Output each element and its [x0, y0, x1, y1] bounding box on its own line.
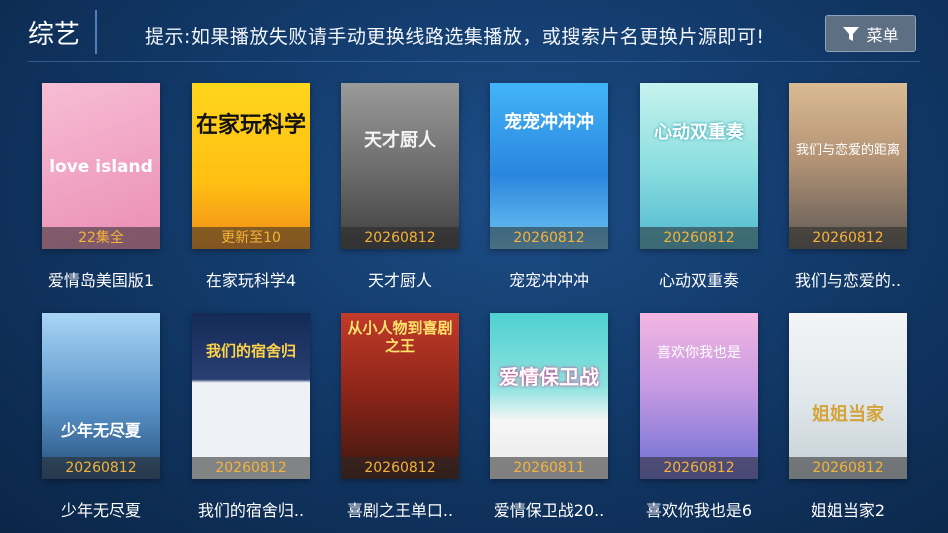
poster-image[interactable]: 从小人物到喜剧之王 20260812: [341, 313, 459, 479]
show-title[interactable]: 爱情保卫战20..: [476, 497, 622, 521]
episode-status: 20260812: [192, 457, 310, 479]
poster-image[interactable]: 我们与恋爱的距离 20260812: [789, 83, 907, 249]
poster-art: [341, 83, 459, 249]
show-title[interactable]: 宠宠冲冲冲: [476, 267, 622, 291]
show-card-5[interactable]: 心动双重奏 20260812 心动双重奏: [640, 83, 758, 290]
show-card-12[interactable]: 姐姐当家 20260812 姐姐当家2: [789, 313, 907, 520]
show-title[interactable]: 少年无尽夏: [28, 497, 174, 521]
poster-title-art: 从小人物到喜剧之王: [347, 319, 453, 355]
episode-status: 20260812: [42, 457, 160, 479]
show-title[interactable]: 姐姐当家2: [775, 497, 921, 521]
poster-art: [789, 313, 907, 479]
episode-status: 22集全: [42, 227, 160, 249]
poster-title-art: 天才厨人: [364, 130, 436, 151]
poster-image[interactable]: 天才厨人 20260812: [341, 83, 459, 249]
show-title[interactable]: 喜欢你我也是6: [626, 497, 772, 521]
poster-image[interactable]: 姐姐当家 20260812: [789, 313, 907, 479]
show-grid: love island 22集全 爱情岛美国版1 在家玩科学 更新至10 在家玩…: [0, 0, 948, 533]
poster-title-art: 少年无尽夏: [60, 421, 141, 440]
poster-art: [490, 313, 608, 479]
poster-title-art: 喜欢你我也是: [657, 345, 741, 361]
show-card-1[interactable]: love island 22集全 爱情岛美国版1: [42, 83, 160, 290]
show-title[interactable]: 在家玩科学4: [178, 267, 324, 291]
poster-title-art: 我们与恋爱的距离: [795, 143, 900, 158]
poster-title-art: love island: [49, 157, 153, 177]
show-title[interactable]: 喜剧之王单口..: [327, 497, 473, 521]
episode-status: 20260812: [789, 227, 907, 249]
poster-art: [640, 83, 758, 249]
poster-title-art: 姐姐当家: [812, 404, 884, 425]
poster-image[interactable]: love island 22集全: [42, 83, 160, 249]
poster-image[interactable]: 宠宠冲冲冲 20260812: [490, 83, 608, 249]
poster-image[interactable]: 在家玩科学 更新至10: [192, 83, 310, 249]
poster-art: [789, 83, 907, 249]
episode-status: 20260812: [341, 227, 459, 249]
show-card-6[interactable]: 我们与恋爱的距离 20260812 我们与恋爱的..: [789, 83, 907, 290]
episode-status: 20260812: [640, 227, 758, 249]
show-card-8[interactable]: 我们的宿舍归 20260812 我们的宿舍归..: [192, 313, 310, 520]
episode-status: 20260811: [490, 457, 608, 479]
show-card-7[interactable]: 少年无尽夏 20260812 少年无尽夏: [42, 313, 160, 520]
show-title[interactable]: 我们与恋爱的..: [775, 267, 921, 291]
show-title[interactable]: 心动双重奏: [626, 267, 772, 291]
poster-title-art: 我们的宿舍归: [205, 342, 296, 360]
episode-status: 20260812: [789, 457, 907, 479]
show-card-4[interactable]: 宠宠冲冲冲 20260812 宠宠冲冲冲: [490, 83, 608, 290]
poster-image[interactable]: 心动双重奏 20260812: [640, 83, 758, 249]
poster-art: [42, 313, 160, 479]
poster-title-art: 在家玩科学: [196, 113, 307, 138]
show-card-11[interactable]: 喜欢你我也是 20260812 喜欢你我也是6: [640, 313, 758, 520]
episode-status: 更新至10: [192, 227, 310, 249]
poster-image[interactable]: 喜欢你我也是 20260812: [640, 313, 758, 479]
show-card-3[interactable]: 天才厨人 20260812 天才厨人: [341, 83, 459, 290]
show-card-2[interactable]: 在家玩科学 更新至10 在家玩科学4: [192, 83, 310, 290]
show-card-9[interactable]: 从小人物到喜剧之王 20260812 喜剧之王单口..: [341, 313, 459, 520]
show-title[interactable]: 天才厨人: [327, 267, 473, 291]
show-card-10[interactable]: 爱情保卫战 20260811 爱情保卫战20..: [490, 313, 608, 520]
episode-status: 20260812: [490, 227, 608, 249]
poster-image[interactable]: 少年无尽夏 20260812: [42, 313, 160, 479]
poster-image[interactable]: 我们的宿舍归 20260812: [192, 313, 310, 479]
poster-title-art: 心动双重奏: [654, 122, 744, 143]
poster-art: [192, 313, 310, 479]
show-title[interactable]: 我们的宿舍归..: [178, 497, 324, 521]
episode-status: 20260812: [341, 457, 459, 479]
poster-title-art: 爱情保卫战: [499, 365, 599, 389]
poster-title-art: 宠宠冲冲冲: [504, 112, 594, 133]
poster-art: [640, 313, 758, 479]
episode-status: 20260812: [640, 457, 758, 479]
poster-art: [490, 83, 608, 249]
show-title[interactable]: 爱情岛美国版1: [28, 267, 174, 291]
poster-image[interactable]: 爱情保卫战 20260811: [490, 313, 608, 479]
poster-art: [192, 83, 310, 249]
